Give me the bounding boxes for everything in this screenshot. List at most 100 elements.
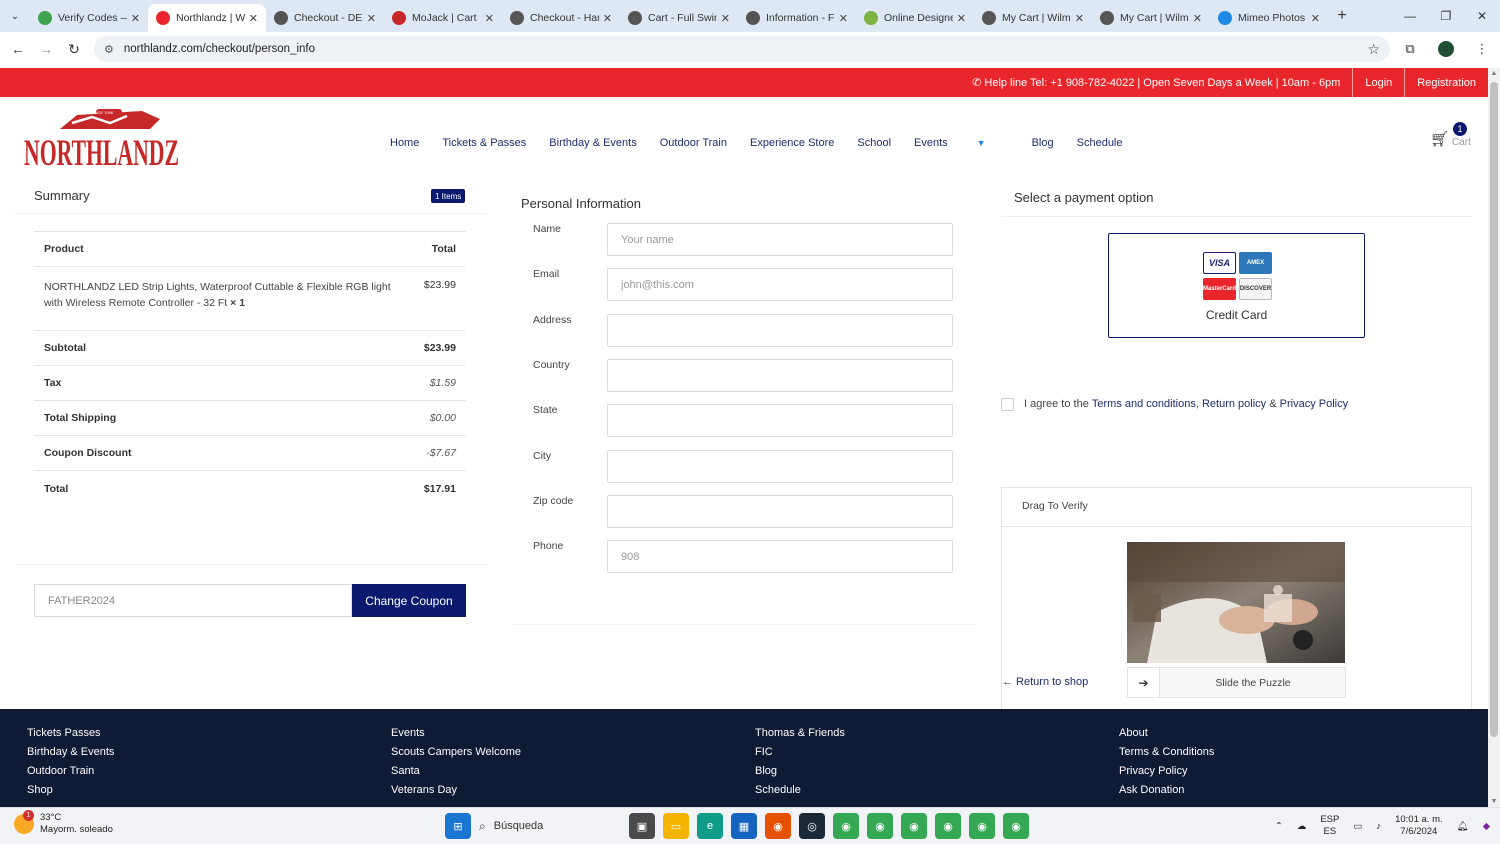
tray-chevron-icon[interactable]: ⌃ <box>1275 821 1283 832</box>
weather-widget[interactable]: 1 33°C Mayorm. soleado <box>14 810 113 836</box>
restore-icon[interactable]: ❐ <box>1428 0 1464 32</box>
tab-close-icon[interactable]: ✕ <box>1193 12 1202 25</box>
language-indicator[interactable]: ESP ES <box>1320 814 1339 838</box>
footer-link[interactable]: Schedule <box>755 784 845 803</box>
minimize-icon[interactable]: — <box>1392 0 1428 32</box>
reload-icon[interactable]: ↻ <box>60 41 88 58</box>
tab-close-icon[interactable]: ✕ <box>1075 12 1084 25</box>
name-input[interactable] <box>607 223 953 256</box>
nav-outdoor-train[interactable]: Outdoor Train <box>660 137 727 149</box>
zip-code-input[interactable] <box>607 494 953 528</box>
browser-tab[interactable]: Verify Codes — ✕ <box>30 4 148 32</box>
footer-link[interactable]: Events <box>391 727 521 746</box>
browser-tab[interactable]: My Cart | Wilm ✕ <box>974 4 1092 32</box>
northlandz-logo[interactable]: NORTHLANDZ SINCE 1996 <box>22 105 182 171</box>
nav-events[interactable]: Events ▼ <box>914 137 1009 149</box>
windows-start-icon[interactable]: ⊞ <box>445 813 471 839</box>
footer-link[interactable]: Veterans Day <box>391 784 521 803</box>
tab-close-icon[interactable]: ✕ <box>249 12 258 25</box>
registration-link[interactable]: Registration <box>1404 68 1488 97</box>
footer-link[interactable]: Santa <box>391 765 521 784</box>
tab-close-icon[interactable]: ✕ <box>839 12 848 25</box>
nav-schedule[interactable]: Schedule <box>1077 137 1123 149</box>
chrome-icon[interactable]: ◉ <box>833 813 859 839</box>
nav-experience-store[interactable]: Experience Store <box>750 137 834 149</box>
volume-icon[interactable]: ♪ <box>1376 821 1381 832</box>
browser-tab[interactable]: Checkout - Har ✕ <box>502 4 620 32</box>
footer-link[interactable]: Outdoor Train <box>27 765 114 784</box>
terms-link[interactable]: Terms and conditions <box>1092 398 1196 410</box>
tab-close-icon[interactable]: ✕ <box>131 12 140 25</box>
coupon-code-input[interactable] <box>34 584 352 617</box>
nav-school[interactable]: School <box>857 137 891 149</box>
nav-home[interactable]: Home <box>390 137 419 149</box>
email-input[interactable] <box>607 268 953 302</box>
browser-tab[interactable]: MoJack | Cart ✕ <box>384 4 502 32</box>
store-icon[interactable]: ▦ <box>731 813 757 839</box>
tab-close-icon[interactable]: ✕ <box>1311 12 1320 25</box>
scroll-down-icon[interactable]: ▼ <box>1488 798 1500 805</box>
profile-avatar[interactable]: d <box>1438 41 1454 57</box>
browser-tab[interactable]: Cart - Full Swin ✕ <box>620 4 738 32</box>
notification-bell-icon[interactable]: 🔔︎ <box>1457 821 1469 832</box>
nav-birthday-events[interactable]: Birthday & Events <box>549 137 636 149</box>
phone-input[interactable] <box>607 540 953 574</box>
scroll-up-icon[interactable]: ▲ <box>1488 70 1500 77</box>
browser-tab[interactable]: Information - F ✕ <box>738 4 856 32</box>
browser-tab[interactable]: Online Designe ✕ <box>856 4 974 32</box>
forward-icon[interactable]: → <box>32 41 60 57</box>
country-input[interactable] <box>607 358 953 392</box>
login-link[interactable]: Login <box>1352 68 1404 97</box>
footer-link[interactable]: Terms & Conditions <box>1119 746 1214 765</box>
chrome-profile-2-icon[interactable]: ◉ <box>867 813 893 839</box>
footer-link[interactable]: Ask Donation <box>1119 784 1214 803</box>
page-scrollbar[interactable]: ▲ ▼ <box>1488 68 1500 807</box>
cart-button[interactable]: 🛒︎ 1 Cart <box>1430 122 1480 152</box>
browser-tab[interactable]: Northlandz | W ✕ <box>148 4 266 32</box>
bookmark-star-icon[interactable]: ☆ <box>1367 41 1380 58</box>
footer-link[interactable]: About <box>1119 727 1214 746</box>
address-input[interactable] <box>607 313 953 347</box>
chrome-profile-5-icon[interactable]: ◉ <box>969 813 995 839</box>
city-input[interactable] <box>607 449 953 483</box>
network-icon[interactable]: ▭ <box>1353 821 1362 832</box>
close-window-icon[interactable]: ✕ <box>1464 0 1500 32</box>
privacy-policy-link[interactable]: Privacy Policy <box>1280 398 1348 410</box>
state-input[interactable] <box>607 404 953 438</box>
tab-close-icon[interactable]: ✕ <box>485 12 494 25</box>
firefox-icon[interactable]: ◉ <box>765 813 791 839</box>
tab-close-icon[interactable]: ✕ <box>603 12 612 25</box>
tab-close-icon[interactable]: ✕ <box>367 12 376 25</box>
browser-tab[interactable]: Mimeo Photos ✕ <box>1210 4 1328 32</box>
browser-menu-icon[interactable]: ⋮ <box>1464 41 1500 57</box>
credit-card-option[interactable]: VISA AMEX MasterCard DISCOVER Credit Car… <box>1108 233 1365 338</box>
clock[interactable]: 10:01 a. m. 7/6/2024 <box>1395 814 1443 838</box>
footer-link[interactable]: Tickets Passes <box>27 727 114 746</box>
chrome-profile-6-icon[interactable]: ◉ <box>1003 813 1029 839</box>
scrollbar-thumb[interactable] <box>1490 82 1498 737</box>
browser-tab[interactable]: Checkout - DE ✕ <box>266 4 384 32</box>
footer-link[interactable]: Thomas & Friends <box>755 727 845 746</box>
footer-link[interactable]: Shop <box>27 784 114 803</box>
chrome-profile-3-icon[interactable]: ◉ <box>901 813 927 839</box>
browser-tab[interactable]: My Cart | Wilm ✕ <box>1092 4 1210 32</box>
return-policy-link[interactable]: Return policy <box>1202 398 1266 410</box>
nav-blog[interactable]: Blog <box>1032 137 1054 149</box>
copilot-icon[interactable]: ◆ <box>1483 821 1490 832</box>
change-coupon-button[interactable]: Change Coupon <box>352 584 466 617</box>
file-explorer-icon[interactable]: ▭ <box>663 813 689 839</box>
edge-icon[interactable]: e <box>697 813 723 839</box>
footer-link[interactable]: FIC <box>755 746 845 765</box>
terms-checkbox[interactable] <box>1001 397 1014 411</box>
site-info-icon[interactable]: ⚙ <box>104 43 114 56</box>
footer-link[interactable]: Privacy Policy <box>1119 765 1214 784</box>
chrome-profile-4-icon[interactable]: ◉ <box>935 813 961 839</box>
extensions-icon[interactable]: ⧉ <box>1392 41 1428 57</box>
steam-icon[interactable]: ◎ <box>799 813 825 839</box>
address-bar[interactable]: ⚙ northlandz.com/checkout/person_info ☆ <box>94 36 1390 62</box>
back-icon[interactable]: ← <box>4 41 32 57</box>
taskbar-search[interactable]: ⌕ Búsqueda <box>479 813 619 839</box>
footer-link[interactable]: Blog <box>755 765 845 784</box>
tab-close-icon[interactable]: ✕ <box>721 12 730 25</box>
onedrive-icon[interactable]: ☁ <box>1297 821 1307 832</box>
